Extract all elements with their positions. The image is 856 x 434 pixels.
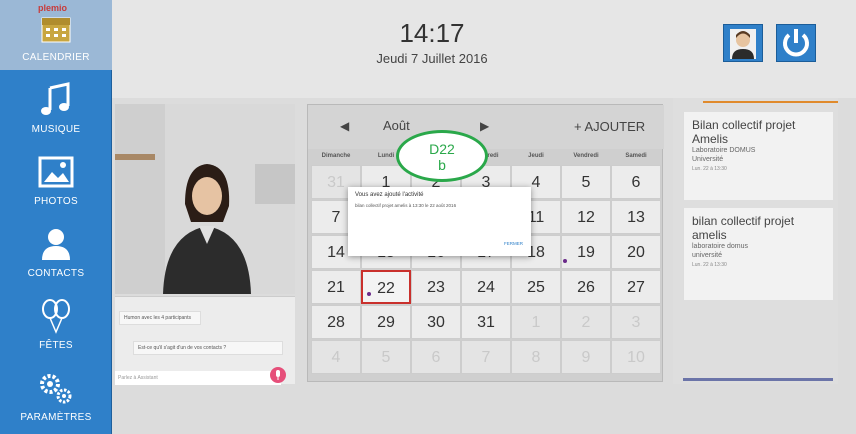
clock-time: 14:17 <box>399 18 465 48</box>
calendar-icon <box>41 17 71 43</box>
weekday-header: Samedi <box>625 153 647 159</box>
dialog-title: Vous avez ajouté l'activité <box>355 192 424 198</box>
event-card[interactable]: Bilan collectif projet Amelis Laboratoir… <box>683 112 833 200</box>
confirmation-dialog: Vous avez ajouté l'activité bilan collec… <box>348 187 531 256</box>
clock: 14:17 Jeudi 7 Juillet 2016 <box>312 18 552 66</box>
calendar-day[interactable]: 28 <box>311 305 361 339</box>
calendar-day[interactable]: 6 <box>411 340 461 374</box>
sidebar-item-calendar[interactable]: plemio CALENDRIER <box>0 0 112 70</box>
chat-message: Est-ce qu'il s'agit d'un de vos contacts… <box>133 341 283 355</box>
calendar-day[interactable]: 5 <box>561 165 611 199</box>
event-location-detail: université <box>692 252 722 259</box>
sidebar-item-label: PHOTOS <box>34 196 78 207</box>
chat-message: Humon avec les 4 participants <box>119 311 201 325</box>
next-month-icon[interactable]: ▶ <box>480 119 489 133</box>
calendar-day[interactable]: 7 <box>461 340 511 374</box>
calendar-day[interactable]: 6 <box>611 165 661 199</box>
sidebar: plemio CALENDRIER MUSIQUE PHOTOS CONTACT… <box>0 0 112 434</box>
calendar-header: ◀ Août ▶ + AJOUTER <box>308 105 664 149</box>
events-panel-footer <box>683 378 833 381</box>
event-location: laboratoire domus <box>692 243 749 250</box>
calendar-day[interactable]: 21 <box>311 270 361 304</box>
sidebar-item-contacts[interactable]: CONTACTS <box>0 216 112 286</box>
add-event-button[interactable]: + AJOUTER <box>574 119 645 134</box>
sidebar-item-photos[interactable]: PHOTOS <box>0 144 112 214</box>
calendar-day[interactable]: 25 <box>511 270 561 304</box>
calendar-day[interactable]: 10 <box>611 340 661 374</box>
calendar-day[interactable]: 8 <box>511 340 561 374</box>
balloons-icon <box>42 299 70 334</box>
calendar-day[interactable]: 20 <box>611 235 661 269</box>
power-icon <box>783 29 809 57</box>
annotation-line-2: b <box>438 157 446 173</box>
event-time: Lun. 22 à 13:30 <box>692 166 727 172</box>
event-time: Lun. 22 à 13:30 <box>692 262 727 268</box>
weekday-header: Jeudi <box>528 153 544 159</box>
sidebar-item-music[interactable]: MUSIQUE <box>0 72 112 142</box>
calendar-day[interactable]: 12 <box>561 200 611 234</box>
sidebar-item-label: FÊTES <box>39 340 73 351</box>
assistant-video <box>115 104 295 294</box>
calendar-day[interactable]: 24 <box>461 270 511 304</box>
events-panel-accent <box>703 101 838 103</box>
calendar-day[interactable]: 23 <box>411 270 461 304</box>
calendar-day[interactable]: 27 <box>611 270 661 304</box>
music-note-icon <box>41 82 70 115</box>
calendar-day[interactable]: 9 <box>561 340 611 374</box>
sidebar-item-parties[interactable]: FÊTES <box>0 288 112 358</box>
dialog-close-button[interactable]: FERMER <box>504 241 523 246</box>
prev-month-icon[interactable]: ◀ <box>340 119 349 133</box>
sidebar-item-label: PARAMÈTRES <box>20 412 92 423</box>
calendar-day[interactable]: 31 <box>461 305 511 339</box>
person-icon <box>42 229 70 260</box>
event-location: Laboratoire DOMUS <box>692 147 756 154</box>
gears-icon <box>40 374 72 404</box>
chat-panel: Humon avec les 4 participants Est-ce qu'… <box>115 296 295 385</box>
assistant-avatar-image <box>115 104 295 294</box>
sidebar-item-label: MUSIQUE <box>31 124 81 135</box>
annotation-label: D22 b <box>396 130 488 182</box>
clock-date: Jeudi 7 Juillet 2016 <box>376 51 488 66</box>
weekday-header: Dimanche <box>321 153 351 159</box>
calendar-day[interactable]: 26 <box>561 270 611 304</box>
app-logo: plemio <box>38 3 68 13</box>
calendar-day[interactable]: 30 <box>411 305 461 339</box>
event-card[interactable]: bilan collectif projet amelis laboratoir… <box>683 208 833 300</box>
profile-button[interactable] <box>723 24 763 62</box>
calendar-day[interactable]: 2 <box>561 305 611 339</box>
dialog-message: bilan collectif projet amelis à 13:30 le… <box>355 203 457 208</box>
chat-input[interactable]: Parlez à Assistant <box>115 371 281 385</box>
weekday-header: Vendredi <box>573 153 599 159</box>
event-location-detail: Université <box>692 156 724 163</box>
microphone-button[interactable] <box>270 367 286 383</box>
power-button[interactable] <box>776 24 816 62</box>
photo-icon <box>38 156 74 188</box>
event-indicator-dot <box>367 292 371 296</box>
event-indicator-dot <box>563 259 567 263</box>
calendar-day[interactable]: 5 <box>361 340 411 374</box>
microphone-icon <box>276 370 280 380</box>
events-panel: Bilan collectif projet Amelis Laboratoir… <box>673 98 838 384</box>
calendar-day[interactable]: 13 <box>611 200 661 234</box>
calendar-day[interactable]: 3 <box>611 305 661 339</box>
calendar-day[interactable]: 19 <box>561 235 611 269</box>
sidebar-item-label: CALENDRIER <box>22 52 90 63</box>
calendar-day[interactable]: 29 <box>361 305 411 339</box>
sidebar-item-label: CONTACTS <box>27 268 85 279</box>
sidebar-item-settings[interactable]: PARAMÈTRES <box>0 360 112 430</box>
calendar-day[interactable]: 4 <box>311 340 361 374</box>
calendar-day[interactable]: 1 <box>511 305 561 339</box>
event-title: Bilan collectif projet Amelis <box>692 118 796 146</box>
event-title: bilan collectif projet amelis <box>692 214 795 242</box>
user-avatar-icon <box>730 29 756 59</box>
month-label: Août <box>383 118 410 133</box>
annotation-line-1: D22 <box>429 141 455 157</box>
calendar-day-selected[interactable]: 22 <box>361 270 411 304</box>
